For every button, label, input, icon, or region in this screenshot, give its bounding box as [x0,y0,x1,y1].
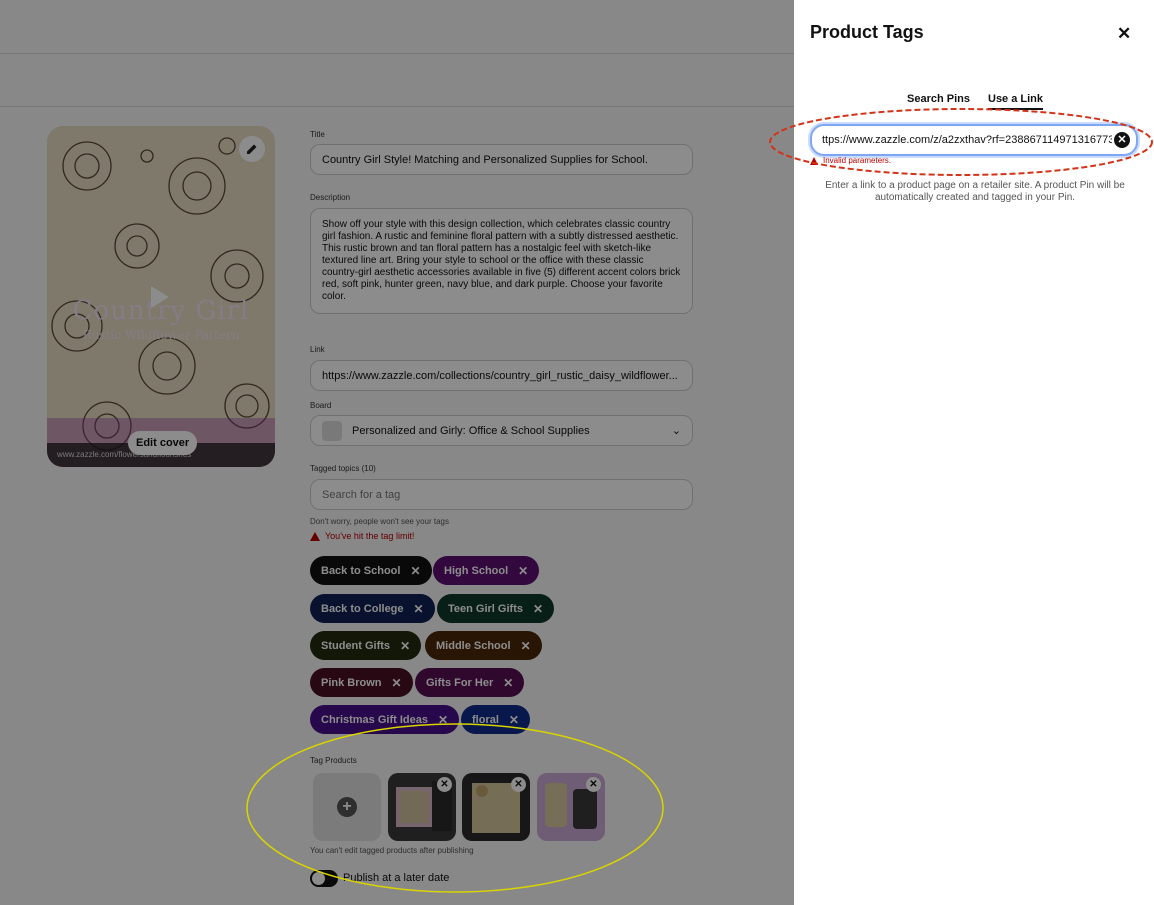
tab-use-a-link[interactable]: Use a Link [988,93,1044,110]
link-error-text: Invalid parameters. [823,156,892,165]
clear-input-icon[interactable]: ✕ [1114,132,1130,148]
pin-builder-page: Country Girl Rustic Wildflower Pattern w… [0,0,794,905]
product-tags-panel: Product Tags ✕ Search Pins Use a Link ✕ … [794,0,1154,905]
product-link-field[interactable] [822,134,1112,146]
tab-search-pins[interactable]: Search Pins [907,93,970,105]
modal-overlay[interactable] [0,0,794,905]
link-info-text: Enter a link to a product page on a reta… [825,180,1125,203]
close-icon[interactable]: ✕ [1117,24,1131,44]
product-link-input[interactable]: ✕ [810,124,1138,156]
link-error: Invalid parameters. [810,156,891,165]
warning-icon [810,156,818,165]
panel-title: Product Tags [810,22,924,42]
